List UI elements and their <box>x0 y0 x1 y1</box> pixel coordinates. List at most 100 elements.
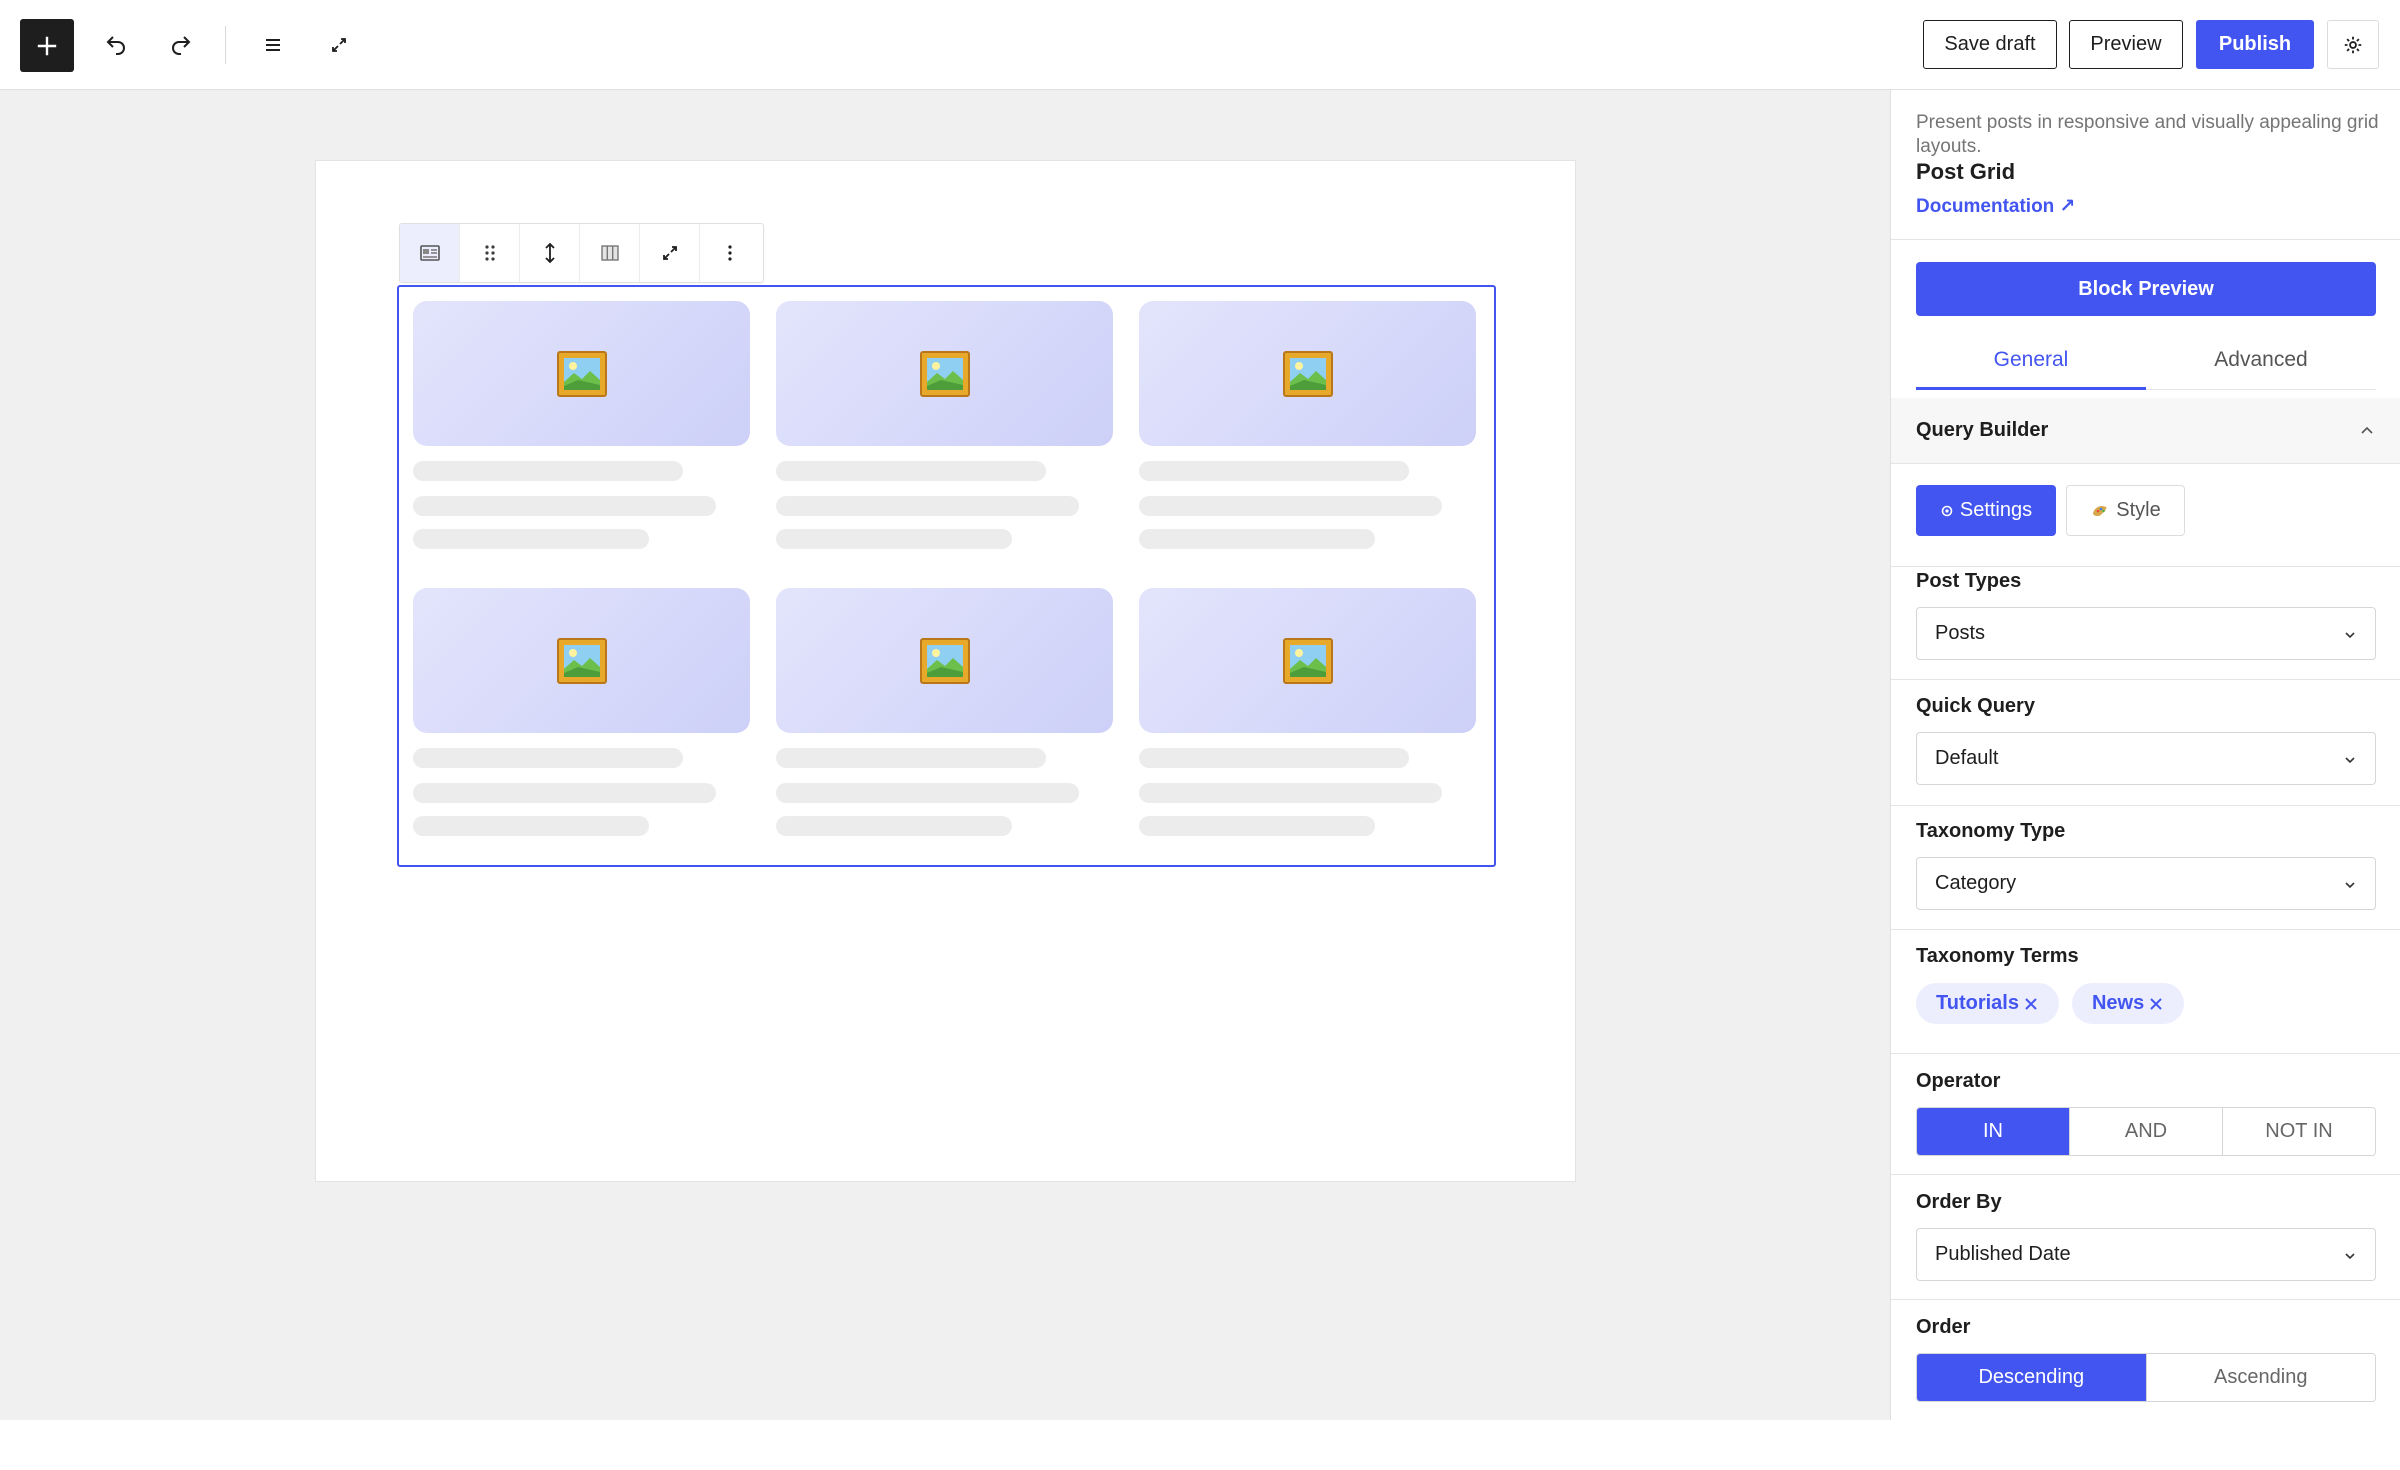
operator-label: Operator <box>1916 1070 2001 1092</box>
post-types-value: Posts <box>1935 622 1986 644</box>
meta-skeleton-line <box>413 529 649 549</box>
chevron-down-icon <box>2345 631 2355 638</box>
divider <box>1891 1299 2400 1300</box>
more-options-button[interactable] <box>700 224 760 282</box>
fullscreen-button[interactable] <box>318 24 360 66</box>
tab-general[interactable]: General <box>1916 330 2146 390</box>
editor-page <box>315 160 1576 1182</box>
chevron-up-icon <box>2361 426 2373 434</box>
block-preview-button[interactable]: Block Preview <box>1916 262 2376 316</box>
post-card-placeholder[interactable] <box>413 588 750 836</box>
order-option-descending[interactable]: Descending <box>1917 1354 2147 1401</box>
settings-button[interactable] <box>2327 20 2379 69</box>
gear-icon <box>2344 36 2362 53</box>
post-types-select[interactable]: Posts <box>1916 607 2376 660</box>
list-view-icon <box>266 39 280 51</box>
publish-button[interactable]: Publish <box>2196 20 2314 69</box>
columns-button[interactable] <box>580 224 640 282</box>
subtab-settings-label: Settings <box>1959 499 2033 521</box>
title-skeleton-line <box>776 748 1046 768</box>
chevron-down-icon <box>2345 1252 2355 1259</box>
divider <box>1891 805 2400 806</box>
order-option-ascending[interactable]: Ascending <box>2146 1354 2375 1401</box>
title-skeleton-line <box>1139 748 1409 768</box>
close-icon[interactable] <box>2148 996 2164 1012</box>
block-description: Present posts in responsive and visually… <box>1916 112 2379 157</box>
order-label: Order <box>1916 1316 1971 1338</box>
close-icon[interactable] <box>2023 996 2039 1012</box>
subtab-settings[interactable]: Settings <box>1916 485 2056 536</box>
block-inserter-button[interactable] <box>20 19 74 72</box>
block-settings-sidebar: Present posts in responsive and visually… <box>1890 90 2400 1420</box>
fullscreen-icon <box>332 38 346 52</box>
post-card-placeholder[interactable] <box>776 301 1113 549</box>
divider <box>1891 929 2400 930</box>
post-grid-block[interactable] <box>397 285 1496 867</box>
operator-option-and[interactable]: AND <box>2070 1108 2223 1155</box>
query-builder-panel-header[interactable]: Query Builder <box>1891 398 2400 464</box>
subtab-style-label: Style <box>2116 499 2161 521</box>
quick-query-select[interactable]: Default <box>1916 732 2376 785</box>
undo-button[interactable] <box>95 24 137 66</box>
divider <box>1891 566 2400 567</box>
taxonomy-type-select[interactable]: Category <box>1916 857 2376 910</box>
drag-handle-icon <box>484 245 495 261</box>
bottom-strip <box>0 1420 2400 1470</box>
divider <box>1891 239 2400 240</box>
columns-icon <box>600 245 619 261</box>
list-view-button[interactable] <box>252 24 294 66</box>
save-draft-button[interactable]: Save draft <box>1923 20 2057 69</box>
query-builder-title: Query Builder <box>1916 419 2049 441</box>
order-toggle-group: Descending Ascending <box>1916 1353 2376 1402</box>
order-by-label: Order By <box>1916 1191 2002 1213</box>
divider <box>1891 679 2400 680</box>
order-by-select[interactable]: Published Date <box>1916 1228 2376 1281</box>
move-up-down-icon <box>544 242 555 264</box>
title-skeleton-line <box>776 461 1046 481</box>
excerpt-skeleton-line <box>413 783 716 803</box>
chevron-down-icon <box>2345 881 2355 888</box>
subtab-style[interactable]: Style <box>2066 485 2185 536</box>
meta-skeleton-line <box>1139 529 1375 549</box>
post-card-placeholder[interactable] <box>1139 301 1476 549</box>
palette-icon <box>2093 505 2108 516</box>
post-card-placeholder[interactable] <box>1139 588 1476 836</box>
framed-picture-icon <box>919 350 970 397</box>
post-thumbnail-placeholder <box>776 301 1113 446</box>
post-grid-block-icon <box>419 245 440 261</box>
redo-icon <box>172 36 191 55</box>
post-card-placeholder[interactable] <box>413 301 750 549</box>
preview-button[interactable]: Preview <box>2069 20 2183 69</box>
excerpt-skeleton-line <box>1139 496 1442 516</box>
title-skeleton-line <box>413 461 683 481</box>
documentation-link[interactable]: Documentation ↗ <box>1916 195 2075 218</box>
taxonomy-type-label: Taxonomy Type <box>1916 820 2066 842</box>
post-thumbnail-placeholder <box>1139 588 1476 733</box>
framed-picture-icon <box>1282 350 1333 397</box>
term-chip-label: Tutorials <box>1936 992 2019 1014</box>
operator-option-not-in[interactable]: NOT IN <box>2223 1108 2375 1155</box>
excerpt-skeleton-line <box>776 783 1079 803</box>
quick-query-value: Default <box>1935 747 1999 769</box>
tab-advanced[interactable]: Advanced <box>2146 330 2376 389</box>
excerpt-skeleton-line <box>776 496 1079 516</box>
block-type-button[interactable] <box>400 224 460 282</box>
expand-icon <box>662 246 677 260</box>
post-card-placeholder[interactable] <box>776 588 1113 836</box>
chevron-down-icon <box>2345 756 2355 763</box>
move-up-down-button[interactable] <box>520 224 580 282</box>
operator-toggle-group: IN AND NOT IN <box>1916 1107 2376 1156</box>
redo-button[interactable] <box>160 24 202 66</box>
divider <box>1891 1053 2400 1054</box>
post-thumbnail-placeholder <box>413 301 750 446</box>
drag-handle-button[interactable] <box>460 224 520 282</box>
gear-icon <box>1941 505 1953 516</box>
query-builder-subtabs: Settings Style <box>1916 485 2185 536</box>
post-types-label: Post Types <box>1916 570 2022 592</box>
meta-skeleton-line <box>776 529 1012 549</box>
operator-option-in[interactable]: IN <box>1917 1108 2070 1155</box>
expand-button[interactable] <box>640 224 700 282</box>
editor-top-toolbar: Save draft Preview Publish <box>0 0 2400 90</box>
taxonomy-type-value: Category <box>1935 872 2017 894</box>
term-chip-tutorials: Tutorials <box>1916 983 2059 1024</box>
